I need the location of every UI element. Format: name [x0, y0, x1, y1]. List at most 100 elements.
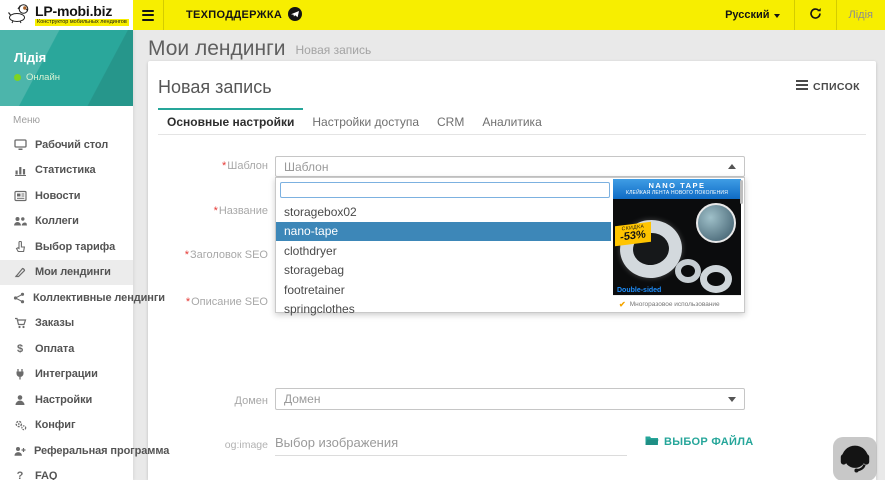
sidebar-item-statistics[interactable]: Статистика: [0, 158, 133, 184]
logo[interactable]: LP-mobi.biz Конструктор мобильных лендин…: [0, 0, 133, 30]
refresh-icon: [809, 7, 822, 23]
breadcrumb: Мои лендинги Новая запись: [133, 30, 885, 61]
dollar-icon: $: [13, 343, 27, 355]
sidebar-item-collective-landings[interactable]: Коллективные лендинги: [0, 285, 133, 311]
sidebar-username: Лідія: [14, 50, 133, 65]
preview-title: NANO TAPE: [613, 179, 741, 190]
seo-description-label: *Описание SEO: [158, 296, 268, 308]
template-option[interactable]: footretainer: [276, 280, 611, 300]
hamburger-menu-icon[interactable]: [133, 0, 163, 30]
chevron-down-icon: [774, 14, 780, 18]
new-record-card: Новая запись СПИСОК Основные настройки Н…: [148, 61, 876, 480]
logo-subtitle: Конструктор мобильных лендингов: [35, 19, 129, 27]
chevron-down-icon: [728, 397, 736, 402]
tape-roll-graphic: [700, 265, 732, 293]
template-search-input[interactable]: [280, 182, 610, 198]
headset-icon: [836, 439, 874, 480]
rocket-icon: [13, 266, 27, 278]
preview-product-image: СКИДКА -53% Double-sided: [613, 199, 741, 295]
support-chat-widget[interactable]: [833, 437, 877, 480]
desktop-icon: [13, 139, 27, 151]
list-icon: [796, 80, 808, 93]
sidebar-user-panel: Лідія Онлайн: [0, 30, 133, 106]
hand-pointer-icon: [13, 241, 27, 253]
users-icon: [13, 215, 27, 227]
page-title: Мои лендинги: [148, 38, 285, 59]
list-button[interactable]: СПИСОК: [796, 80, 860, 93]
topbar-username[interactable]: Лідія: [837, 0, 885, 30]
template-options-list: storagebox02 nano-tape clothdryer storag…: [276, 202, 611, 319]
user-plus-icon: [13, 445, 26, 457]
folder-icon: [645, 435, 659, 449]
seo-title-label: *Заголовок SEO: [158, 249, 268, 261]
tab-crm[interactable]: CRM: [428, 108, 473, 134]
preview-inset-photo: [696, 203, 736, 243]
sidebar: Лідія Онлайн Меню Рабочий стол Статистик…: [0, 30, 133, 480]
template-option[interactable]: storagebox02: [276, 202, 611, 222]
dropdown-scrollbar[interactable]: [740, 180, 743, 204]
chevron-up-icon: [728, 164, 736, 169]
question-icon: ?: [13, 470, 27, 480]
gears-icon: [13, 419, 27, 431]
sidebar-menu: Рабочий стол Статистика Новости Коллеги …: [0, 132, 133, 480]
menu-section-label: Меню: [0, 106, 133, 132]
sidebar-item-news[interactable]: Новости: [0, 183, 133, 209]
tab-main-settings[interactable]: Основные настройки: [158, 108, 303, 134]
card-title: Новая запись: [158, 77, 272, 98]
share-icon: [13, 292, 25, 304]
page-subtitle: Новая запись: [295, 43, 371, 57]
template-option[interactable]: storagebag: [276, 261, 611, 281]
template-dropdown: storagebox02 nano-tape clothdryer storag…: [275, 177, 745, 313]
sidebar-item-faq[interactable]: ? FAQ: [0, 464, 133, 480]
topbar: LP-mobi.biz Конструктор мобильных лендин…: [0, 0, 885, 30]
sidebar-item-config[interactable]: Конфиг: [0, 413, 133, 439]
support-button[interactable]: ТЕХПОДДЕРЖКА: [166, 0, 322, 30]
sidebar-item-my-landings[interactable]: Мои лендинги: [0, 260, 133, 286]
domain-select[interactable]: Домен: [275, 388, 745, 410]
sidebar-item-desktop[interactable]: Рабочий стол: [0, 132, 133, 158]
choose-file-button[interactable]: ВЫБОР ФАЙЛА: [645, 435, 754, 449]
plug-icon: [13, 368, 27, 380]
cart-icon: [13, 317, 27, 329]
og-image-label: og:image: [158, 439, 268, 451]
og-image-input[interactable]: [275, 430, 627, 456]
tape-roll-graphic: [675, 259, 701, 283]
telegram-icon: [288, 7, 302, 24]
template-option-selected[interactable]: nano-tape: [276, 222, 611, 242]
template-option[interactable]: springclothes: [276, 300, 611, 320]
template-select[interactable]: Шаблон: [275, 156, 745, 177]
sidebar-item-orders[interactable]: Заказы: [0, 311, 133, 337]
main-content: Мои лендинги Новая запись Новая запись С…: [133, 30, 885, 480]
tab-analytics[interactable]: Аналитика: [473, 108, 550, 134]
sidebar-item-integrations[interactable]: Интеграции: [0, 362, 133, 388]
sidebar-item-colleagues[interactable]: Коллеги: [0, 209, 133, 235]
dog-logo-icon: [7, 2, 31, 29]
news-icon: [13, 190, 27, 202]
sidebar-item-settings[interactable]: Настройки: [0, 387, 133, 413]
online-status-dot: [14, 74, 21, 81]
template-preview: NANO TAPE КЛЕЙКАЯ ЛЕНТА НОВОГО ПОКОЛЕНИЯ…: [613, 179, 741, 312]
language-label: Русский: [725, 9, 769, 21]
sidebar-item-payment[interactable]: $ Оплата: [0, 336, 133, 362]
landing-form: *Шаблон *Название *Заголовок SEO *Описан…: [158, 135, 866, 437]
preview-subtitle: КЛЕЙКАЯ ЛЕНТА НОВОГО ПОКОЛЕНИЯ: [613, 190, 741, 196]
logo-title: LP-mobi.biz: [35, 4, 129, 18]
chart-icon: [13, 164, 27, 176]
template-label: *Шаблон: [158, 160, 268, 172]
tab-access-settings[interactable]: Настройки доступа: [303, 108, 428, 134]
tab-bar: Основные настройки Настройки доступа CRM…: [158, 108, 866, 135]
refresh-button[interactable]: [795, 0, 836, 30]
sidebar-item-referral[interactable]: Реферальная программа: [0, 438, 133, 464]
preview-feature: Многоразовое использование: [630, 301, 720, 308]
preview-caption: Double-sided: [617, 287, 661, 294]
app-root: LP-mobi.biz Конструктор мобильных лендин…: [0, 0, 885, 480]
template-option[interactable]: clothdryer: [276, 241, 611, 261]
domain-label: Домен: [158, 395, 268, 407]
check-icon: ✔: [619, 300, 626, 309]
name-label: *Название: [158, 205, 268, 217]
sidebar-item-tariff[interactable]: Выбор тарифа: [0, 234, 133, 260]
support-label: ТЕХПОДДЕРЖКА: [186, 9, 282, 21]
online-status-label: Онлайн: [26, 72, 60, 83]
user-icon: [13, 394, 27, 406]
language-selector[interactable]: Русский: [711, 0, 793, 30]
